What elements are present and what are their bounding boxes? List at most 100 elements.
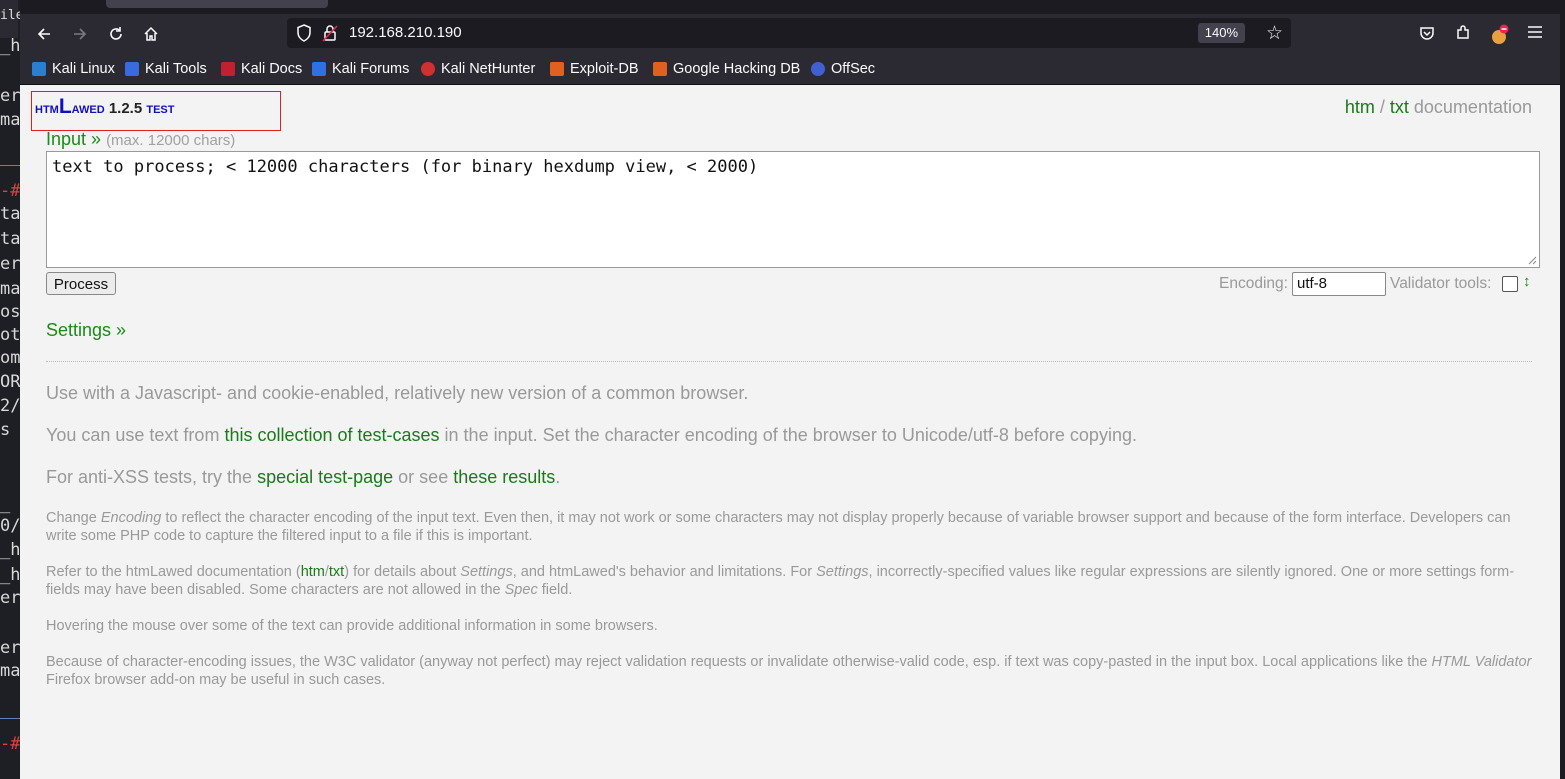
text: field.: [537, 582, 573, 598]
terminal-line: -#: [0, 181, 20, 201]
text: in the input. Set the character encoding…: [439, 425, 1137, 445]
forward-arrow-icon: [74, 28, 87, 40]
terminal-line: 2/: [0, 396, 20, 416]
bookmark-label: OffSec: [831, 61, 876, 77]
extensions-icon[interactable]: [1452, 24, 1474, 46]
back-arrow-icon: [37, 28, 50, 40]
emphasis: Settings: [460, 564, 513, 580]
logo-version: 1.2.5: [108, 100, 143, 117]
bookmark-label: Kali Forums: [332, 61, 410, 77]
textarea-text: text to process; < 12000 characters (for…: [52, 157, 759, 177]
info-browser-requirement: Use with a Javascript- and cookie-enable…: [46, 383, 749, 403]
zoom-indicator[interactable]: 140%: [1197, 23, 1245, 43]
bookmark-kali-docs[interactable]: Kali Docs: [221, 60, 302, 78]
bookmark-star-icon[interactable]: ☆: [1266, 22, 1283, 45]
note-hover: Hovering the mouse over some of the text…: [46, 618, 658, 634]
terminal-rule: [0, 165, 20, 166]
page-content: htmLawed 1.2.5 test htm / txt documentat…: [20, 85, 1560, 779]
account-avatar-icon[interactable]: [1488, 24, 1510, 46]
text: , and htmLawed's behavior and limitation…: [512, 564, 817, 580]
terminal-line: -#: [0, 734, 20, 754]
logo-part: awed: [71, 100, 105, 117]
insecure-lock-icon[interactable]: [321, 23, 339, 43]
bookmark-label: Exploit-DB: [570, 61, 639, 77]
bookmark-kali-forums[interactable]: Kali Forums: [312, 60, 409, 78]
text: ) for details about: [344, 564, 461, 580]
menu-hamburger-icon[interactable]: [1524, 24, 1546, 46]
tab-active[interactable]: [106, 0, 328, 8]
text: Firefox browser add-on may be useful in …: [46, 672, 386, 688]
input-label-text[interactable]: Input »: [46, 129, 101, 149]
terminal-line: ma: [0, 661, 20, 681]
text: or see: [393, 467, 454, 487]
note-documentation: Refer to the htmLawed documentation (htm…: [46, 563, 1536, 599]
bookmark-label: Kali Linux: [52, 61, 115, 77]
resize-toggle-arrow[interactable]: ↕: [1523, 273, 1531, 290]
text: .: [555, 467, 561, 487]
terminal-line: ta: [0, 229, 20, 249]
terminal-rule: [0, 718, 20, 719]
bookmark-label: Google Hacking DB: [673, 61, 801, 77]
doc-txt-link[interactable]: txt: [1390, 97, 1409, 117]
nav-toolbar: 192.168.210.190 140% ☆: [20, 14, 1560, 54]
resize-grip-icon[interactable]: [1527, 255, 1537, 265]
url-bar[interactable]: 192.168.210.190 140% ☆: [287, 18, 1291, 48]
bookmark-label: Kali Docs: [241, 61, 303, 77]
shield-icon[interactable]: [295, 23, 313, 43]
kali-forums-icon: [312, 62, 326, 76]
bookmarks-bar: Kali Linux Kali Tools Kali Docs Kali For…: [20, 54, 1560, 85]
logo-part: htm: [35, 100, 59, 117]
reload-button[interactable]: [102, 21, 130, 47]
note-encoding: Change Encoding to reflect the character…: [46, 509, 1536, 545]
bookmark-google-hacking-db[interactable]: Google Hacking DB: [653, 60, 800, 78]
tab-strip: [20, 0, 1560, 14]
bookmark-kali-linux[interactable]: Kali Linux: [32, 60, 115, 78]
doc-htm-link[interactable]: htm: [1345, 97, 1375, 117]
test-cases-link[interactable]: this collection of test-cases: [224, 425, 439, 445]
ghdb-icon: [653, 62, 667, 76]
validator-tools-checkbox[interactable]: [1502, 276, 1518, 292]
text: Change: [46, 510, 101, 526]
note-txt-link[interactable]: txt: [329, 564, 344, 580]
terminal-line: om: [0, 348, 20, 368]
process-button[interactable]: Process: [46, 272, 116, 295]
terminal-line: _h: [0, 36, 20, 56]
back-button[interactable]: [30, 21, 58, 47]
terminal-line: os: [0, 302, 20, 322]
doc-separator: /: [1374, 97, 1390, 117]
offsec-icon: [811, 62, 825, 76]
forward-button[interactable]: [66, 21, 94, 47]
special-test-page-link[interactable]: special test-page: [257, 467, 393, 487]
bookmark-label: Kali NetHunter: [441, 61, 536, 77]
logo-part: L: [58, 95, 72, 118]
bookmark-kali-nethunter[interactable]: Kali NetHunter: [421, 60, 535, 78]
terminal-line: 0/: [0, 516, 20, 536]
validator-tools-label: Validator tools:: [1390, 275, 1492, 292]
bookmark-offsec[interactable]: OffSec: [811, 60, 875, 78]
terminal-line: s: [0, 420, 11, 440]
these-results-link[interactable]: these results: [453, 467, 555, 487]
settings-toggle-link[interactable]: Settings »: [46, 320, 126, 341]
bookmark-kali-tools[interactable]: Kali Tools: [125, 60, 207, 78]
emphasis: HTML Validator: [1431, 654, 1532, 670]
exploit-db-icon: [550, 62, 564, 76]
terminal-line: ma: [0, 279, 20, 299]
htmlawed-logo: htmLawed 1.2.5 test: [35, 95, 175, 119]
input-section-label[interactable]: Input » (max. 12000 chars): [46, 129, 235, 150]
emphasis: Encoding: [100, 510, 162, 526]
kali-docs-icon: [221, 62, 235, 76]
home-button[interactable]: [137, 21, 165, 47]
encoding-label: Encoding:: [1219, 275, 1288, 292]
note-htm-link[interactable]: htm: [301, 564, 325, 580]
bookmark-exploit-db[interactable]: Exploit-DB: [550, 60, 639, 78]
bookmark-label: Kali Tools: [145, 61, 207, 77]
url-text[interactable]: 192.168.210.190: [349, 24, 462, 41]
terminal-line: _h: [0, 540, 20, 560]
note-validator: Because of character-encoding issues, th…: [46, 653, 1536, 689]
encoding-input[interactable]: utf-8: [1292, 272, 1386, 296]
input-textarea[interactable]: text to process; < 12000 characters (for…: [46, 151, 1540, 268]
pocket-icon[interactable]: [1416, 24, 1438, 46]
input-max-hint: (max. 12000 chars): [106, 132, 236, 149]
home-icon: [144, 26, 158, 41]
terminal-title-fragment: ile: [0, 0, 20, 38]
